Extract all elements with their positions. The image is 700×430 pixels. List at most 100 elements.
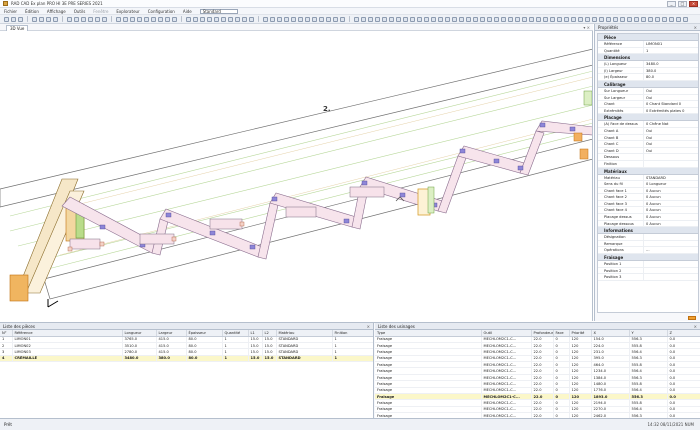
menu-item-fichier[interactable]: Fichier bbox=[4, 9, 17, 14]
property-row[interactable]: Position 2 bbox=[598, 267, 698, 275]
toolbar-button-icon[interactable] bbox=[228, 16, 233, 22]
toolbar-button-icon[interactable] bbox=[487, 16, 492, 22]
close-icon[interactable]: × bbox=[694, 323, 697, 330]
toolbar-button-icon[interactable] bbox=[130, 16, 135, 22]
property-section-header[interactable]: Dimensions bbox=[598, 54, 698, 62]
menu-item-outils[interactable]: Outils bbox=[74, 9, 86, 14]
property-value[interactable]: … bbox=[644, 247, 698, 253]
toolbar-button-icon[interactable] bbox=[396, 16, 401, 22]
property-row[interactable]: Quantité 1 bbox=[598, 47, 698, 55]
toolbar-button-icon[interactable] bbox=[123, 16, 128, 22]
toolbar-button-icon[interactable] bbox=[207, 16, 212, 22]
toolbar-button-icon[interactable] bbox=[277, 16, 282, 22]
toolbar-button-icon[interactable] bbox=[431, 16, 436, 22]
toolbar-button-icon[interactable] bbox=[550, 16, 555, 22]
toolbar-button-icon[interactable] bbox=[242, 16, 247, 22]
toolbar-button-icon[interactable] bbox=[578, 16, 583, 22]
property-row[interactable]: Extrémités 0 Extrémités plates 0 bbox=[598, 107, 698, 115]
property-value[interactable]: 0 Aucun bbox=[644, 201, 698, 207]
toolbar-button-icon[interactable] bbox=[620, 16, 625, 22]
property-value[interactable]: Oui bbox=[644, 95, 698, 101]
toolbar-button-icon[interactable] bbox=[655, 16, 660, 22]
property-row[interactable]: (A) Face de dessus 0 Chêne Nat bbox=[598, 121, 698, 128]
toolbar-button-icon[interactable] bbox=[473, 16, 478, 22]
toolbar-button-icon[interactable] bbox=[641, 16, 646, 22]
property-section-header[interactable]: Informations bbox=[598, 227, 698, 235]
property-value[interactable]: STANDARD bbox=[644, 175, 698, 181]
toolbar-button-icon[interactable] bbox=[585, 16, 590, 22]
property-section-header[interactable]: Pièce bbox=[598, 34, 698, 41]
toolbar-button-icon[interactable] bbox=[319, 16, 324, 22]
property-row[interactable]: Chant face 40 Aucun bbox=[598, 207, 698, 215]
workspace-combo[interactable]: Standard bbox=[199, 8, 238, 14]
property-value[interactable]: 0 Chêne Nat bbox=[644, 121, 698, 127]
property-value[interactable] bbox=[644, 261, 698, 267]
property-value[interactable]: Oui bbox=[644, 88, 698, 94]
property-section-header[interactable]: Fraisage bbox=[598, 254, 698, 262]
toolbar-button-icon[interactable] bbox=[158, 16, 163, 22]
toolbar-button-icon[interactable] bbox=[536, 16, 541, 22]
property-row[interactable]: Position 1 bbox=[598, 261, 698, 268]
property-row[interactable]: Placage dessus 0 Aucun bbox=[598, 214, 698, 221]
toolbar-button-icon[interactable] bbox=[305, 16, 310, 22]
property-row[interactable]: Sur Longueur Oui bbox=[598, 87, 698, 95]
toolbar-button-icon[interactable] bbox=[144, 16, 149, 22]
toolbar-button-icon[interactable] bbox=[599, 16, 604, 22]
menu-item-fenetre[interactable]: Fenêtre bbox=[93, 9, 108, 14]
property-value[interactable] bbox=[644, 274, 698, 280]
property-value[interactable]: 80.0 bbox=[644, 74, 698, 80]
property-value[interactable]: LIMON01 bbox=[644, 41, 698, 47]
toolbar-button-icon[interactable] bbox=[403, 16, 408, 22]
toolbar-button-icon[interactable] bbox=[494, 16, 499, 22]
toolbar-button-icon[interactable] bbox=[102, 16, 107, 22]
toolbar-button-icon[interactable] bbox=[361, 16, 366, 22]
toolbar-button-icon[interactable] bbox=[11, 16, 16, 22]
toolbar-button-icon[interactable] bbox=[200, 16, 205, 22]
toolbar-button-icon[interactable] bbox=[480, 16, 485, 22]
property-value[interactable]: 0 Aucun bbox=[644, 188, 698, 194]
menu-item-edition[interactable]: Édition bbox=[25, 9, 39, 14]
toolbar-button-icon[interactable] bbox=[683, 16, 688, 22]
toolbar-button-icon[interactable] bbox=[606, 16, 611, 22]
property-value[interactable]: 0 Aucun bbox=[644, 214, 698, 220]
property-value[interactable]: 380.0 bbox=[644, 68, 698, 74]
toolbar-button-icon[interactable] bbox=[613, 16, 618, 22]
toolbar-button-icon[interactable] bbox=[39, 16, 44, 22]
minimize-button[interactable]: _ bbox=[667, 1, 676, 7]
property-row[interactable]: Chant face 30 Aucun bbox=[598, 200, 698, 208]
toolbar-button-icon[interactable] bbox=[151, 16, 156, 22]
property-value[interactable] bbox=[644, 154, 698, 160]
toolbar-button-icon[interactable] bbox=[95, 16, 100, 22]
toolbar-button-icon[interactable] bbox=[186, 16, 191, 22]
menu-item-explorateur[interactable]: Explorateur bbox=[116, 9, 139, 14]
property-row[interactable]: Dessous bbox=[598, 154, 698, 161]
toolbar-button-icon[interactable] bbox=[74, 16, 79, 22]
toolbar-button-icon[interactable] bbox=[445, 16, 450, 22]
toolbar-button-icon[interactable] bbox=[354, 16, 359, 22]
toolbar-button-icon[interactable] bbox=[312, 16, 317, 22]
toolbar-button-icon[interactable] bbox=[662, 16, 667, 22]
property-value[interactable]: 0 Extrémités plates 0 bbox=[644, 108, 698, 114]
property-row[interactable]: Référence LIMON01 bbox=[598, 41, 698, 48]
property-row[interactable]: Désignation bbox=[598, 234, 698, 241]
toolbar-button-icon[interactable] bbox=[137, 16, 142, 22]
property-row[interactable]: Chant B Oui bbox=[598, 134, 698, 142]
maximize-button[interactable]: □ bbox=[678, 1, 687, 7]
toolbar-button-icon[interactable] bbox=[221, 16, 226, 22]
property-row[interactable]: Remarque bbox=[598, 240, 698, 248]
toolbar-button-icon[interactable] bbox=[389, 16, 394, 22]
property-row[interactable]: Opérations… bbox=[598, 247, 698, 255]
toolbar-button-icon[interactable] bbox=[417, 16, 422, 22]
3d-viewport[interactable]: 2. bbox=[0, 31, 593, 321]
property-value[interactable]: 3480.0 bbox=[644, 61, 698, 67]
toolbar-button-icon[interactable] bbox=[375, 16, 380, 22]
toolbar-button-icon[interactable] bbox=[522, 16, 527, 22]
property-value[interactable]: 0 Aucun bbox=[644, 194, 698, 200]
close-button[interactable]: × bbox=[689, 1, 698, 7]
toolbar-button-icon[interactable] bbox=[291, 16, 296, 22]
menu-item-affichage[interactable]: Affichage bbox=[47, 9, 66, 14]
table-row[interactable]: 4 CRÉMAILLÈ 3480.0 380.0 80.0 1 15.0 15.0 STANDA… bbox=[0, 355, 373, 363]
toolbar-button-icon[interactable] bbox=[571, 16, 576, 22]
property-row[interactable]: Placage dessous 0 Aucun bbox=[598, 220, 698, 228]
property-row[interactable]: Chant A Oui bbox=[598, 127, 698, 135]
